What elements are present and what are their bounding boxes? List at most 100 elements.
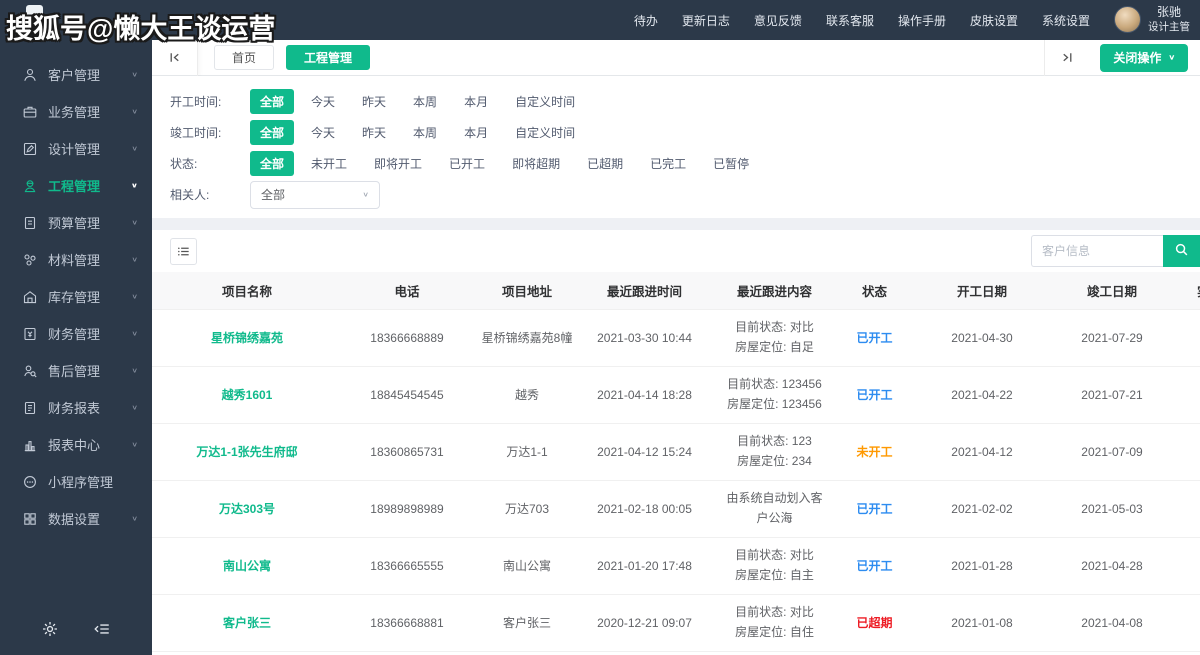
status-badge: 已开工 (842, 309, 907, 367)
sidebar-item-0[interactable]: 客户管理 ∨ (0, 56, 152, 93)
sidebar-item-11[interactable]: 小程序管理 (0, 463, 152, 500)
filter-option[interactable]: 自定义时间 (505, 89, 585, 114)
sidebar-item-label: 小程序管理 (48, 475, 114, 490)
close-operation-button[interactable]: 关闭操作 ∨ (1100, 43, 1188, 72)
phone-cell: 18366665555 (342, 537, 472, 595)
filter-option[interactable]: 全部 (250, 89, 295, 114)
actual-cell (1167, 480, 1200, 538)
topnav-item-5[interactable]: 皮肤设置 (970, 12, 1018, 29)
filter-option[interactable]: 已完工 (640, 151, 696, 176)
project-name-link[interactable]: 南山公寓 (152, 537, 342, 595)
start-date-cell: 2021-01-08 (907, 594, 1057, 652)
filter-option[interactable]: 已暂停 (703, 151, 759, 176)
filter-option[interactable]: 全部 (250, 151, 295, 176)
search-button[interactable] (1163, 235, 1200, 267)
column-header-4: 最近跟进内容 (707, 272, 842, 310)
collapse-menu-icon[interactable] (93, 620, 111, 643)
sidebar-item-label: 数据设置 (48, 512, 101, 527)
tab-0[interactable]: 首页 (214, 45, 275, 70)
topnav-item-0[interactable]: 待办 (634, 12, 658, 29)
address-cell: 万达703 (472, 480, 582, 538)
filter-option[interactable]: 本周 (403, 120, 447, 145)
scroll-tabs-left-button[interactable] (152, 39, 198, 76)
start-date-cell: 2021-01-28 (907, 537, 1057, 595)
filter-row-0: 开工时间: 全部 今天 昨天 本周 本月 自定义时间 (170, 89, 1182, 114)
sidebar-item-6[interactable]: 库存管理 ∨ (0, 278, 152, 315)
actual-cell (1167, 309, 1200, 367)
start-date-cell: 2021-04-30 (907, 309, 1057, 367)
sidebar-item-4[interactable]: 预算管理 ∨ (0, 204, 152, 241)
filter-option[interactable]: 即将超期 (502, 151, 570, 176)
filter-option[interactable]: 昨天 (352, 120, 396, 145)
sidebar-item-5[interactable]: 材料管理 ∨ (0, 241, 152, 278)
filter-option[interactable]: 昨天 (352, 89, 396, 114)
report-center-icon (22, 436, 48, 453)
gear-icon[interactable] (41, 620, 59, 643)
table-row: 星桥锦绣嘉苑 18366668889 星桥锦绣嘉苑8幢 2021-03-30 10:4… (152, 309, 1200, 367)
filter-option[interactable]: 未开工 (301, 151, 357, 176)
user-avatar[interactable] (1114, 6, 1141, 34)
topnav-item-6[interactable]: 系统设置 (1042, 12, 1090, 29)
filter-panel: 开工时间: 全部 今天 昨天 本周 本月 自定义时间 竣工时间: 全部 今天 昨天 本周 本月 自定义时间… (152, 76, 1200, 218)
related-person-select[interactable]: 全部 ∨ (250, 180, 380, 209)
filter-option[interactable]: 本周 (403, 89, 447, 114)
tab-1[interactable]: 工程管理 (286, 45, 371, 70)
status-badge: 已开工 (842, 366, 907, 424)
miniprogram-icon (22, 473, 48, 490)
filter-option[interactable]: 本月 (454, 120, 498, 145)
sidebar-item-8[interactable]: 售后管理 ∨ (0, 352, 152, 389)
sidebar-item-12[interactable]: 数据设置 ∨ (0, 500, 152, 537)
end-date-cell: 2021-04-28 (1057, 537, 1167, 595)
chevron-down-icon: ∨ (130, 181, 138, 189)
end-date-cell: 2021-04-08 (1057, 594, 1167, 652)
list-view-button[interactable] (170, 237, 197, 265)
project-name-link[interactable]: 星桥锦绣嘉苑 (152, 309, 342, 367)
end-date-cell: 2021-07-29 (1057, 309, 1167, 367)
follow-content-cell: 目前状态: 123456 房屋定位: 123456 (707, 366, 842, 424)
project-name-link[interactable]: 万达1-1张先生府邸 (152, 423, 342, 481)
project-name-link[interactable]: 越秀1601 (152, 366, 342, 424)
column-header-7: 竣工日期 (1057, 272, 1167, 310)
start-date-cell: 2021-04-12 (907, 423, 1057, 481)
tab-bar: 首页 工程管理 关闭操作 ∨ (152, 39, 1200, 76)
sidebar-item-label: 财务管理 (48, 327, 101, 342)
sidebar-item-label: 预算管理 (48, 216, 101, 231)
filter-option[interactable]: 本月 (454, 89, 498, 114)
search-input[interactable] (1031, 235, 1163, 267)
topnav-item-3[interactable]: 联系客服 (826, 12, 874, 29)
filter-option[interactable]: 今天 (301, 120, 345, 145)
project-name-link[interactable]: 客户张三 (152, 594, 342, 652)
sidebar-item-10[interactable]: 报表中心 ∨ (0, 426, 152, 463)
topnav-item-4[interactable]: 操作手册 (898, 12, 946, 29)
sidebar-item-2[interactable]: 设计管理 ∨ (0, 130, 152, 167)
scroll-tabs-right-button[interactable] (1044, 39, 1090, 76)
filter-option[interactable]: 全部 (250, 120, 295, 145)
topnav-item-2[interactable]: 意见反馈 (754, 12, 802, 29)
filter-option[interactable]: 自定义时间 (505, 120, 585, 145)
topnav-item-1[interactable]: 更新日志 (682, 12, 730, 29)
actual-cell (1167, 366, 1200, 424)
filter-option[interactable]: 已超期 (577, 151, 633, 176)
column-header-2: 项目地址 (472, 272, 582, 310)
chevron-down-icon: ∨ (131, 255, 138, 263)
sidebar-item-7[interactable]: 财务管理 ∨ (0, 315, 152, 352)
status-badge: 已超期 (842, 594, 907, 652)
filter-option[interactable]: 已开工 (439, 151, 495, 176)
filter-label: 开工时间: (170, 95, 222, 109)
sidebar-item-3[interactable]: 工程管理 ∨ (0, 167, 152, 204)
table-row: 万达303号 18989898989 万达703 2021-02-18 00:05 由系… (152, 480, 1200, 538)
sidebar-item-label: 工程管理 (48, 179, 101, 194)
sidebar-item-9[interactable]: 财务报表 ∨ (0, 389, 152, 426)
finance-icon (22, 325, 48, 342)
project-name-link[interactable]: 万达303号 (152, 480, 342, 538)
sidebar-menu: 客户管理 ∨ 业务管理 ∨ 设计管理 ∨ 工程管理 ∨ 预算管理 ∨ 材料管理 ∨ 库存管理 ∨ 财务管理 ∨… (0, 40, 152, 612)
filter-option[interactable]: 即将开工 (364, 151, 432, 176)
sidebar-item-label: 设计管理 (48, 142, 101, 157)
follow-time-cell: 2021-03-30 10:44 (582, 309, 707, 367)
filter-row-3: 相关人: 全部 ∨ (170, 180, 1182, 209)
user-block[interactable]: 张驰 设计主管 (1114, 5, 1190, 34)
sidebar-item-1[interactable]: 业务管理 ∨ (0, 93, 152, 130)
chevron-down-icon: ∨ (131, 218, 138, 226)
address-cell: 星桥锦绣嘉苑8幢 (472, 309, 582, 367)
filter-option[interactable]: 今天 (301, 89, 345, 114)
